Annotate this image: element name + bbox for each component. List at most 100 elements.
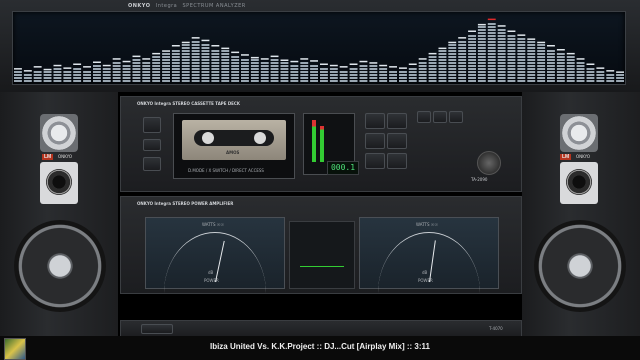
spectrum-segment [468, 44, 476, 46]
spectrum-segment [507, 53, 516, 55]
spectrum-segment [221, 65, 230, 67]
spectrum-segment [23, 77, 32, 79]
spectrum-peak [102, 64, 111, 67]
spectrum-segment [241, 77, 249, 79]
spectrum-segment [487, 62, 496, 64]
spectrum-segment [132, 80, 141, 82]
spectrum-segment [517, 65, 526, 67]
spectrum-segment [547, 59, 555, 61]
spectrum-segment [379, 77, 388, 79]
spectrum-segment [349, 71, 358, 73]
spectrum-segment [458, 56, 467, 58]
spectrum-segment [171, 53, 180, 55]
spectrum-segment [211, 65, 220, 67]
spectrum-segment [507, 62, 516, 64]
spectrum-segment [320, 68, 328, 70]
spectrum-segment [320, 74, 328, 76]
spectrum-segment [537, 56, 546, 58]
spectrum-segment [369, 71, 378, 73]
play-button[interactable] [387, 113, 407, 129]
power-button[interactable] [143, 117, 161, 133]
spectrum-segment [231, 68, 240, 70]
spectrum-peak [162, 50, 170, 52]
spectrum-segment [497, 77, 506, 79]
spectrum-peak [576, 58, 585, 60]
spectrum-segment [171, 77, 180, 79]
analyzer-brand-text: ONKYO [128, 3, 151, 9]
spectrum-segment [359, 74, 368, 76]
spectrum-peak [359, 60, 368, 63]
spectrum-segment [171, 62, 180, 64]
spectrum-segment [359, 65, 368, 67]
spectrum-segment [497, 29, 506, 31]
spectrum-peak [33, 66, 42, 68]
spectrum-segment [221, 74, 230, 76]
spectrum-segment [418, 68, 427, 70]
spectrum-segment [250, 80, 259, 82]
deck-option-button-3[interactable] [449, 111, 463, 123]
spectrum-segment [477, 29, 486, 31]
spectrum-segment [576, 62, 585, 64]
spectrum-segment [290, 77, 299, 79]
fast-forward-button[interactable] [387, 133, 407, 149]
tuner-button[interactable] [141, 324, 173, 334]
spectrum-segment [566, 77, 575, 79]
left-vu-meter: WATTS ☉☉ dB POWER [145, 217, 285, 289]
deck-option-button-2[interactable] [433, 111, 447, 123]
spectrum-segment [300, 71, 309, 73]
spectrum-segment [507, 35, 516, 37]
spectrum-segment [448, 62, 457, 64]
spectrum-segment [566, 59, 575, 61]
spectrum-segment [458, 65, 467, 67]
spectrum-segment [191, 71, 200, 73]
deck-option-button-1[interactable] [417, 111, 431, 123]
spectrum-segment [517, 77, 526, 79]
spectrum-segment [497, 53, 506, 55]
volume-knob[interactable] [477, 151, 501, 175]
spectrum-segment [201, 65, 210, 67]
spectrum-peak [468, 30, 476, 32]
spectrum-segment [181, 53, 190, 55]
spectrum-segment [171, 65, 180, 67]
spectrum-segment [171, 68, 180, 70]
spectrum-segment [438, 62, 447, 64]
cassette-tape: AMOS [182, 120, 286, 160]
spectrum-segment [171, 71, 180, 73]
record-button[interactable] [143, 157, 161, 171]
spectrum-segment [487, 44, 496, 46]
spectrum-segment [162, 56, 170, 58]
spectrum-segment [102, 74, 111, 76]
spectrum-segment [93, 71, 101, 73]
spectrum-segment [507, 41, 516, 43]
spectrum-segment [468, 50, 476, 52]
spectrum-segment [112, 65, 121, 67]
spectrum-segment [152, 77, 161, 79]
spectrum-segment [270, 62, 279, 64]
spectrum-segment [181, 80, 190, 82]
spectrum-segment [201, 74, 210, 76]
spectrum-segment [290, 65, 299, 67]
spectrum-segment [43, 80, 52, 82]
stop-button[interactable] [365, 133, 385, 149]
spectrum-segment [586, 77, 595, 79]
spectrum-segment [339, 77, 348, 79]
spectrum-segment [162, 53, 170, 55]
rec-mute-button[interactable] [387, 153, 407, 169]
spectrum-segment [408, 80, 417, 82]
spectrum-segment [468, 59, 476, 61]
spectrum-segment [517, 74, 526, 76]
spectrum-segment [497, 62, 506, 64]
cassette-deck: ONKYO Integra STEREO CASSETTE TAPE DECK … [120, 96, 522, 192]
spectrum-segment [300, 77, 309, 79]
spectrum-segment [211, 50, 220, 52]
spectrum-segment [270, 68, 279, 70]
spectrum-segment [596, 74, 605, 76]
deck-brand-text: ONKYO [137, 101, 154, 106]
rewind-button[interactable] [365, 113, 385, 129]
pause-button[interactable] [365, 153, 385, 169]
spectrum-peak [369, 62, 378, 64]
eject-button[interactable] [143, 139, 161, 151]
spectrum-segment [477, 26, 486, 28]
spectrum-segment [468, 38, 476, 40]
spectrum-segment [487, 59, 496, 61]
